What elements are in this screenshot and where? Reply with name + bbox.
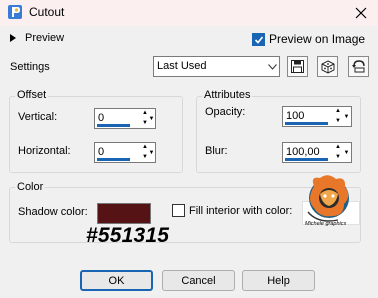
preview-toggle[interactable]: Preview	[10, 32, 64, 44]
fill-interior-label: Fill interior with color:	[189, 204, 293, 217]
blur-value: 100,00	[286, 146, 320, 158]
attributes-title: Attributes	[202, 89, 253, 101]
reset-button[interactable]	[348, 56, 369, 77]
randomize-button[interactable]	[317, 56, 338, 77]
horizontal-value: 0	[98, 146, 105, 158]
app-logo-icon	[8, 5, 22, 19]
checkbox-box	[172, 204, 185, 217]
dropdown-arrow-icon[interactable]: ▼	[147, 110, 156, 127]
settings-preset-value: Last Used	[157, 60, 207, 72]
horizontal-spinner[interactable]: 0 ▲ ▼ ▼	[94, 142, 156, 163]
settings-label: Settings	[10, 61, 50, 73]
vertical-spinner[interactable]: 0 ▲ ▼ ▼	[94, 108, 156, 129]
dropdown-arrow-icon[interactable]: ▼	[342, 144, 351, 161]
window-title: Cutout	[29, 5, 65, 19]
chevron-down-icon	[265, 57, 279, 76]
watermark-text: Michele graphics	[305, 221, 347, 227]
shadow-color-swatch[interactable]	[97, 203, 151, 224]
floppy-disk-icon	[291, 60, 304, 73]
color-title: Color	[15, 181, 46, 193]
vertical-value: 0	[98, 112, 105, 124]
settings-preset-dropdown[interactable]: Last Used	[153, 56, 280, 77]
close-button[interactable]	[346, 0, 376, 26]
reset-icon	[351, 60, 365, 73]
save-preset-button[interactable]	[287, 56, 308, 77]
help-button[interactable]: Help	[242, 270, 315, 291]
blur-label: Blur:	[205, 145, 228, 157]
cancel-button[interactable]: Cancel	[162, 270, 235, 291]
shadow-color-label: Shadow color:	[18, 206, 88, 218]
checkmark-icon	[252, 32, 265, 46]
dropdown-arrow-icon[interactable]: ▼	[342, 108, 351, 125]
horizontal-label: Horizontal:	[18, 145, 71, 157]
shadow-color-annotation: #551315	[86, 224, 170, 247]
opacity-spinner[interactable]: 100 ▲ ▼ ▼	[282, 106, 352, 127]
opacity-label: Opacity:	[205, 106, 246, 118]
title-bar: Cutout	[0, 0, 378, 26]
offset-title: Offset	[15, 89, 49, 101]
expand-arrow-icon	[10, 34, 16, 42]
preview-on-image-label: Preview on Image	[269, 32, 366, 46]
blur-spinner[interactable]: 100,00 ▲ ▼ ▼	[282, 142, 352, 163]
dice-icon	[321, 59, 334, 74]
ok-button[interactable]: OK	[80, 270, 153, 291]
opacity-value: 100	[286, 110, 305, 122]
vertical-label: Vertical:	[18, 111, 58, 123]
preview-label: Preview	[25, 32, 65, 44]
cutout-dialog: Cutout Preview Preview on Image Settings…	[0, 0, 378, 298]
preview-on-image-checkbox[interactable]: Preview on Image	[252, 32, 365, 46]
dropdown-arrow-icon[interactable]: ▼	[147, 144, 156, 161]
fill-interior-checkbox[interactable]: Fill interior with color:	[172, 204, 292, 217]
close-icon	[355, 7, 367, 19]
